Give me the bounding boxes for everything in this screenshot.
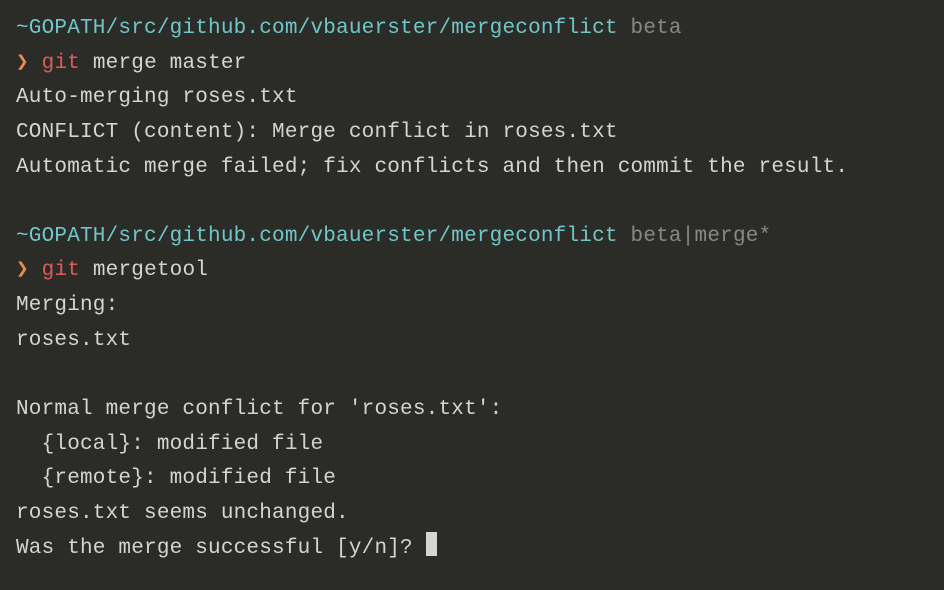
command-line-2[interactable]: ❯ git mergetool — [16, 254, 928, 289]
output-conflict: CONFLICT (content): Merge conflict in ro… — [16, 116, 928, 151]
prompt-line-1: ~GOPATH/src/github.com/vbauerster/mergec… — [16, 12, 928, 47]
git-keyword: git — [42, 259, 80, 282]
output-remote: {remote}: modified file — [16, 462, 928, 497]
prompt-symbol: ❯ — [16, 52, 42, 75]
prompt-symbol: ❯ — [16, 259, 42, 282]
output-file: roses.txt — [16, 324, 928, 359]
command-args: mergetool — [80, 259, 208, 282]
command-line-1[interactable]: ❯ git merge master — [16, 47, 928, 82]
prompt-line-2: ~GOPATH/src/github.com/vbauerster/mergec… — [16, 220, 928, 255]
output-normal-conflict: Normal merge conflict for 'roses.txt': — [16, 393, 928, 428]
prompt-path: ~GOPATH/src/github.com/vbauerster/mergec… — [16, 17, 618, 40]
branch-label: beta|merge* — [631, 225, 772, 248]
blank-line — [16, 358, 928, 393]
output-merging: Merging: — [16, 289, 928, 324]
blank-line — [16, 185, 928, 220]
prompt-path: ~GOPATH/src/github.com/vbauerster/mergec… — [16, 225, 618, 248]
branch-label: beta — [631, 17, 682, 40]
output-unchanged: roses.txt seems unchanged. — [16, 497, 928, 532]
output-local: {local}: modified file — [16, 428, 928, 463]
output-prompt-yn[interactable]: Was the merge successful [y/n]? — [16, 532, 928, 567]
output-automerge: Auto-merging roses.txt — [16, 81, 928, 116]
command-args: merge master — [80, 52, 246, 75]
git-keyword: git — [42, 52, 80, 75]
output-mergefail: Automatic merge failed; fix conflicts an… — [16, 151, 928, 186]
cursor-icon — [426, 532, 437, 556]
